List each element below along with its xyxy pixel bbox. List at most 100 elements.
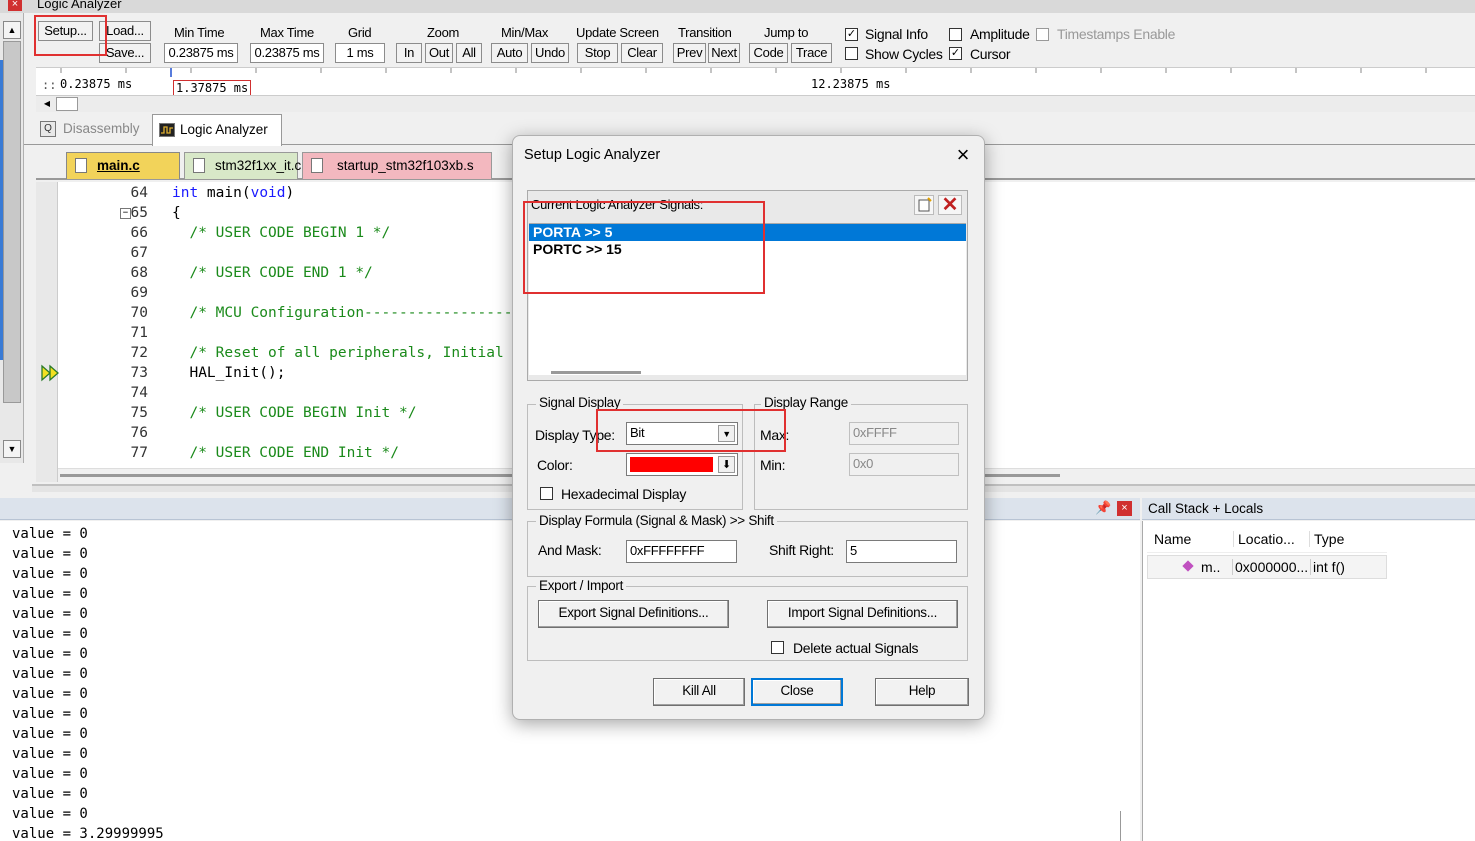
tab-logic-analyzer[interactable]: Logic Analyzer (152, 114, 282, 146)
close-icon[interactable]: × (8, 0, 22, 11)
signal-item-label: PORTA >> 5 (533, 224, 613, 240)
min-field[interactable]: 0x0 (849, 453, 959, 476)
hex-display-checkbox[interactable] (540, 487, 553, 500)
zoom-out-button[interactable]: Out (425, 43, 453, 63)
line-number: 73 (130, 365, 148, 381)
import-signals-button[interactable]: Import Signal Definitions... (767, 600, 958, 628)
file-tab-main[interactable]: main.c (66, 152, 180, 179)
export-signals-button[interactable]: Export Signal Definitions... (538, 600, 729, 628)
output-line: value = 0 (12, 646, 88, 662)
scroll-down-icon[interactable]: ▼ (3, 440, 21, 458)
code-text: /* USER CODE BEGIN 1 */ (172, 225, 391, 241)
scroll-up-icon[interactable]: ▲ (3, 21, 21, 39)
delete-signal-icon[interactable]: ✕ (938, 195, 962, 215)
delete-signals-checkbox[interactable] (771, 641, 784, 654)
setup-dialog: Setup Logic Analyzer × Current Logic Ana… (512, 135, 985, 720)
help-button[interactable]: Help (875, 678, 969, 706)
hscroll-thumb[interactable] (56, 97, 78, 111)
kill-all-button[interactable]: Kill All (653, 678, 745, 706)
output-line: value = 0 (12, 666, 88, 682)
prev-button[interactable]: Prev (673, 43, 706, 63)
scroll-thumb[interactable] (3, 41, 21, 403)
minmax-label: Min/Max (501, 25, 549, 40)
tab-logic-analyzer-label: Logic Analyzer (180, 122, 268, 137)
dialog-title: Setup Logic Analyzer (524, 147, 661, 163)
signals-list-hscroll[interactable] (551, 371, 641, 374)
pin-icon[interactable]: 📌 (1095, 500, 1111, 516)
column-name[interactable]: Name (1154, 531, 1191, 547)
transition-label: Transition (678, 25, 732, 40)
file-tab-it-label: stm32f1xx_it.c (215, 158, 302, 173)
output-line: value = 0 (12, 686, 88, 702)
display-type-select[interactable]: Bit ▼ (626, 422, 738, 445)
code-button[interactable]: Code (749, 43, 788, 63)
call-stack-row[interactable]: m.. 0x000000... int f() (1147, 555, 1387, 579)
signal-item-porta[interactable]: PORTA >> 5 (529, 224, 966, 241)
timeline-prefix: :: (42, 78, 57, 92)
close-button[interactable]: Close (751, 678, 843, 706)
dialog-close-icon[interactable]: × (950, 142, 976, 168)
timestamps-label: Timestamps Enable (1057, 26, 1176, 42)
tab-disassembly[interactable]: Q Disassembly (36, 116, 151, 142)
line-number: 71 (130, 325, 148, 341)
clear-button[interactable]: Clear (621, 43, 663, 63)
signal-item-label: PORTC >> 15 (533, 241, 622, 257)
column-location[interactable]: Locatio... (1233, 531, 1295, 547)
line-number: 77 (130, 445, 148, 461)
signal-info-checkbox[interactable]: ✓ (845, 28, 858, 41)
setup-button[interactable]: Setup... (38, 21, 93, 41)
output-line: value = 0 (12, 706, 88, 722)
stop-button[interactable]: Stop (577, 43, 618, 63)
fold-icon[interactable]: − (120, 208, 131, 219)
undo-button[interactable]: Undo (531, 43, 569, 63)
trace-button[interactable]: Trace (791, 43, 832, 63)
signal-item-portc[interactable]: PORTC >> 15 (529, 241, 966, 258)
max-time-label: Max Time (260, 25, 314, 40)
close-panel-icon[interactable]: × (1117, 501, 1132, 516)
execution-pointer-icon (40, 364, 62, 382)
timestamps-checkbox[interactable] (1036, 28, 1049, 41)
code-text: /* USER CODE BEGIN Init */ (172, 405, 417, 421)
timeline-hscroll[interactable]: ◀ (36, 95, 1475, 112)
max-time-value: 0.23875 ms (250, 43, 324, 63)
auto-button[interactable]: Auto (491, 43, 528, 63)
delete-signals-label: Delete actual Signals (793, 640, 919, 656)
color-picker[interactable]: ⬇ (626, 453, 738, 476)
signals-list[interactable]: PORTA >> 5 PORTC >> 15 (529, 223, 966, 375)
max-field[interactable]: 0xFFFF (849, 422, 959, 445)
output-vscroll[interactable] (1120, 811, 1128, 841)
load-button[interactable]: Load... (99, 21, 151, 41)
and-mask-field[interactable]: 0xFFFFFFFF (626, 540, 737, 563)
line-number: 69 (130, 285, 148, 301)
window-title: Logic Analyzer (37, 0, 122, 11)
line-number: 75 (130, 405, 148, 421)
cursor-checkbox[interactable]: ✓ (949, 47, 962, 60)
new-signal-icon[interactable] (914, 195, 934, 215)
zoom-in-button[interactable]: In (396, 43, 422, 63)
line-number: 70 (130, 305, 148, 321)
scroll-left-icon[interactable]: ◀ (39, 97, 55, 111)
row-type: int f() (1310, 559, 1345, 575)
output-line: value = 0 (12, 546, 88, 562)
chevron-down-icon[interactable]: ▼ (718, 425, 735, 442)
file-icon (311, 158, 323, 173)
call-stack-panel[interactable]: Name Locatio... Type m.. 0x000000... int… (1142, 521, 1475, 841)
save-button[interactable]: Save... (99, 43, 151, 63)
signals-panel: Current Logic Analyzer Signals: ✕ PORTA … (527, 190, 968, 381)
column-type[interactable]: Type (1309, 531, 1344, 547)
shift-right-field[interactable]: 5 (846, 540, 957, 563)
formula-legend: Display Formula (Signal & Mask) >> Shift (536, 513, 777, 528)
and-mask-label: And Mask: (538, 542, 602, 558)
next-button[interactable]: Next (708, 43, 740, 63)
left-scroll-strip[interactable]: ▲ ▼ (0, 13, 24, 463)
file-tab-it[interactable]: stm32f1xx_it.c (184, 152, 302, 179)
output-line: value = 0 (12, 586, 88, 602)
show-cycles-checkbox[interactable] (845, 47, 858, 60)
file-tab-startup[interactable]: startup_stm32f103xb.s (302, 152, 492, 179)
amplitude-label: Amplitude (970, 26, 1030, 42)
zoom-all-button[interactable]: All (456, 43, 482, 63)
timeline-bar[interactable]: :: 0.23875 ms 1.37875 ms 12.23875 ms (36, 67, 1475, 96)
code-text: { (172, 205, 181, 221)
amplitude-checkbox[interactable] (949, 28, 962, 41)
color-dropdown-icon[interactable]: ⬇ (718, 456, 735, 473)
